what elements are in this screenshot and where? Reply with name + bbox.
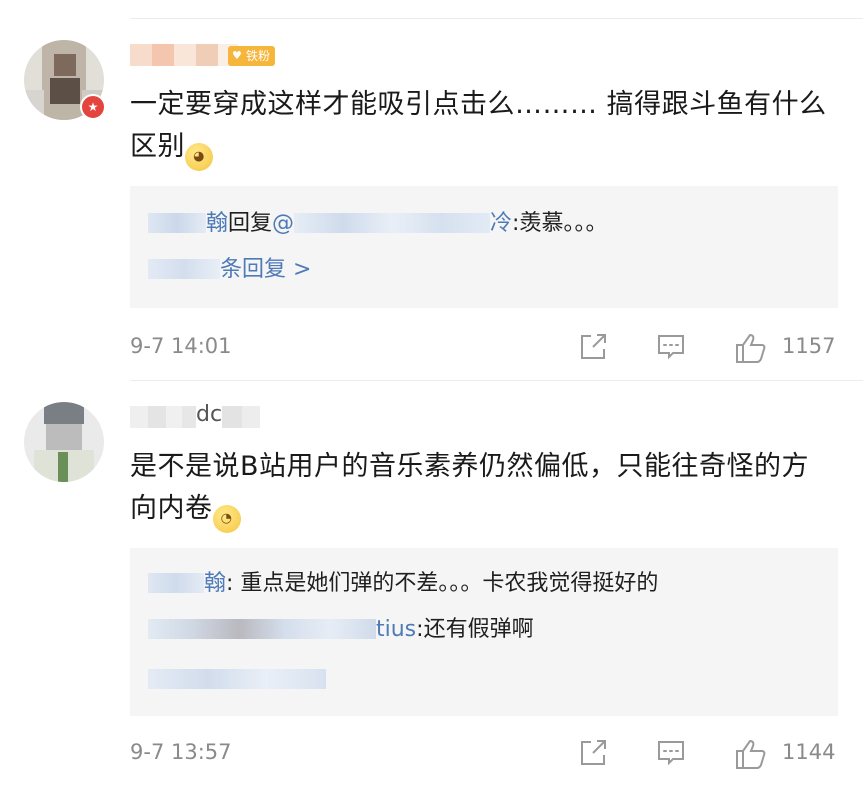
blurred-username [148,573,204,593]
comment-meta: 9-7 13:57 1144 [130,734,838,774]
like-icon[interactable] [734,332,768,364]
like-icon[interactable] [734,738,768,770]
reply-username-tail[interactable]: tius [376,617,416,642]
reply-text: :羡慕。。。 [512,211,608,236]
verified-badge-icon: ★ [80,94,106,120]
fan-badge: 铁粉 [228,46,276,66]
reply-text: : 重点是她们弹的不差。。。卡农我觉得挺好的 [226,571,659,596]
timestamp: 9-7 14:01 [130,334,232,358]
comment-icon[interactable] [656,738,686,768]
comment-icon[interactable] [656,332,686,362]
share-icon[interactable] [578,332,608,362]
blurred-username [148,213,206,233]
reply-verb: 回复 [228,211,273,236]
username-tail[interactable]: dc [196,402,222,427]
reply-more-link[interactable]: 条回复 > [148,254,311,286]
like-count: 1144 [782,740,836,764]
comment-item: dc 是不是说B站用户的音乐素养仍然偏低，只能往奇怪的方向内卷 ◔ 翰: 重点是她… [0,380,863,799]
blurred-username [148,619,376,639]
comment-text-content: 一定要穿成这样才能吸引点击么……… 搞得跟斗鱼有什么区别 [130,89,827,162]
reply-line[interactable]: tius:还有假弹啊 [148,614,534,646]
reply-mention[interactable]: @ [272,211,294,236]
avatar[interactable] [24,402,104,482]
reply-username[interactable]: 翰 [204,571,226,596]
username[interactable] [130,406,196,428]
username-blur-tail [222,406,260,428]
reply-line[interactable]: 翰: 重点是她们弹的不差。。。卡农我觉得挺好的 [148,568,658,600]
comment-text: 一定要穿成这样才能吸引点击么……… 搞得跟斗鱼有什么区别 ◕ [130,84,830,171]
flushed-face-emoji-icon: ◔ [212,505,241,533]
reply-username[interactable]: 翰 [206,211,228,236]
comment-text: 是不是说B站用户的音乐素养仍然偏低，只能往奇怪的方向内卷 ◔ [130,446,830,533]
share-icon[interactable] [578,738,608,768]
woozy-face-emoji-icon: ◕ [185,143,213,171]
comment-item: ★ 铁粉 一定要穿成这样才能吸引点击么……… 搞得跟斗鱼有什么区别◕ 翰回复@ 冷… [0,0,863,380]
reply-line[interactable]: 翰回复@ 冷:羡慕。。。 [148,208,607,240]
timestamp: 9-7 13:57 [130,740,232,764]
reply-mention-tail[interactable]: 冷 [490,211,512,236]
reply-box[interactable]: 翰回复@ 冷:羡慕。。。 条回复 > [130,186,838,308]
reply-box[interactable]: 翰: 重点是她们弹的不差。。。卡农我觉得挺好的 tius:还有假弹啊 [130,548,838,716]
blurred-mention [294,213,491,233]
like-count: 1157 [782,334,836,358]
blurred-count [148,259,220,279]
reply-text: :还有假弹啊 [416,617,534,642]
blurred-reply-line [148,664,326,696]
reply-more-label[interactable]: 条回复 [220,257,286,282]
comment-meta: 9-7 14:01 1157 [130,328,838,368]
username[interactable] [130,44,238,66]
chevron-right-icon: > [293,257,312,282]
